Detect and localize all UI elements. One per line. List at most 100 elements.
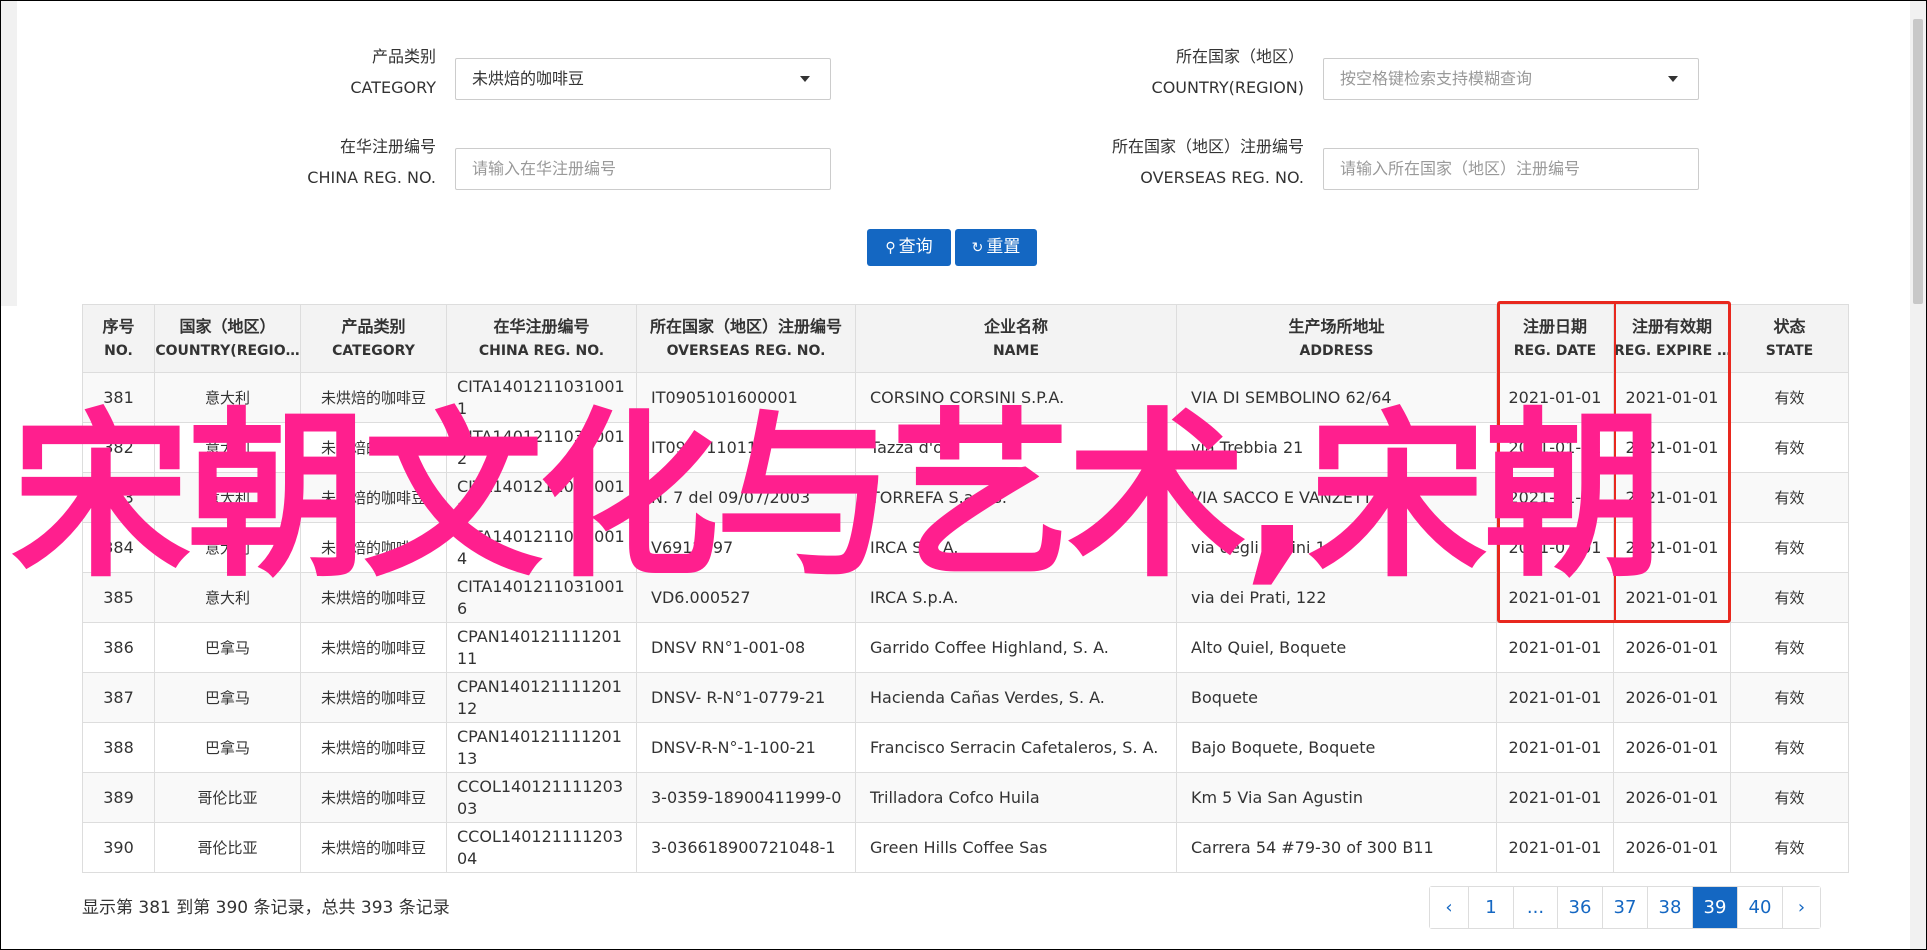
table-row[interactable]: 387 巴拿马 未烘焙的咖啡豆 CPAN14012111120112 DNSV- R-N… — [82, 672, 1849, 723]
col-header-china-reg[interactable]: 在华注册编号 CHINA REG. NO. — [446, 304, 637, 373]
china-reg-label-en: CHINA REG. NO. — [307, 168, 436, 187]
cell-no: 387 — [82, 672, 155, 723]
col-header-reg-date[interactable]: 注册日期 REG. DATE — [1496, 304, 1614, 373]
cell-name: Hacienda Cañas Verdes, S. A. — [855, 672, 1177, 723]
cell-state: 有效 — [1730, 422, 1849, 473]
category-label-en: CATEGORY — [350, 78, 436, 97]
cell-state: 有效 — [1730, 672, 1849, 723]
cell-reg-date: 2021-01-01 — [1496, 722, 1614, 773]
col-header-category[interactable]: 产品类别 CATEGORY — [300, 304, 447, 373]
cell-china-reg: CITA14012110310012 — [446, 422, 637, 473]
cell-address: Bajo Boquete, Boquete — [1176, 722, 1497, 773]
cell-category: 未烘焙的咖啡豆 — [300, 672, 447, 723]
table-row[interactable]: 381 意大利 未烘焙的咖啡豆 CITA14012110310011 IT0905101… — [82, 372, 1849, 423]
page-button-39[interactable]: 39 — [1692, 887, 1737, 928]
refresh-icon: ↻ — [971, 240, 984, 256]
cell-overseas-reg: N. 7 del 09/07/2003 — [636, 472, 856, 523]
china-reg-input[interactable]: 请输入在华注册编号 — [455, 148, 831, 190]
cell-overseas-reg: VD6.000527 — [636, 572, 856, 623]
table-row[interactable]: 390 哥伦比亚 未烘焙的咖啡豆 CCOL14012111120304 3-036618… — [82, 822, 1849, 873]
chevron-down-icon — [1668, 76, 1678, 82]
search-icon: ⚲ — [885, 240, 896, 256]
table-row[interactable]: 384 意大利 未烘焙的咖啡豆 CITA14012110310014 V6912697 I… — [82, 522, 1849, 573]
table-row[interactable]: 388 巴拿马 未烘焙的咖啡豆 CPAN14012111120113 DNSV-R-N°… — [82, 722, 1849, 773]
search-button-label: 查询 — [898, 237, 933, 257]
scrollbar-thumb[interactable] — [1913, 19, 1923, 304]
cell-china-reg: CPAN14012111120111 — [446, 622, 637, 673]
cell-address: VIA SACCO E VANZETTI 11 — [1176, 472, 1497, 523]
cell-country: 意大利 — [154, 422, 301, 473]
cell-reg-date: 2021-01-01 — [1496, 422, 1614, 473]
col-header-no[interactable]: 序号 NO. — [82, 304, 155, 373]
cell-state: 有效 — [1730, 472, 1849, 523]
table-row[interactable]: 386 巴拿马 未烘焙的咖啡豆 CPAN14012111120111 DNSV RN°1… — [82, 622, 1849, 673]
cell-state: 有效 — [1730, 572, 1849, 623]
cell-overseas-reg: DNSV RN°1-001-08 — [636, 622, 856, 673]
table-row[interactable]: 385 意大利 未烘焙的咖啡豆 CITA14012110310016 VD6.00052… — [82, 572, 1849, 623]
cell-country: 巴拿马 — [154, 672, 301, 723]
page-button-38[interactable]: 38 — [1647, 887, 1692, 928]
cell-category: 未烘焙的咖啡豆 — [300, 822, 447, 873]
cell-name: CORSINO CORSINI S.P.A. — [855, 372, 1177, 423]
cell-country: 意大利 — [154, 372, 301, 423]
cell-overseas-reg: DNSV- R-N°1-0779-21 — [636, 672, 856, 723]
cell-no: 389 — [82, 772, 155, 823]
left-scroll-gutter — [1, 1, 17, 306]
cell-category: 未烘焙的咖啡豆 — [300, 772, 447, 823]
overseas-reg-input[interactable]: 请输入所在国家（地区）注册编号 — [1323, 148, 1699, 190]
cell-category: 未烘焙的咖啡豆 — [300, 522, 447, 573]
cell-address: Alto Quiel, Boquete — [1176, 622, 1497, 673]
col-header-overseas-reg[interactable]: 所在国家（地区）注册编号 OVERSEAS REG. NO. — [636, 304, 856, 373]
page-button-40[interactable]: 40 — [1737, 887, 1782, 928]
cell-china-reg: CITA14012110310014 — [446, 522, 637, 573]
page-button-1[interactable]: 1 — [1468, 887, 1513, 928]
col-header-state[interactable]: 状态 STATE — [1730, 304, 1849, 373]
pagination-summary: 显示第 381 到第 390 条记录，总共 393 条记录 — [82, 898, 450, 918]
cell-no: 385 — [82, 572, 155, 623]
cell-expire: 2026-01-01 — [1613, 772, 1731, 823]
app-window: 产品类别 CATEGORY 未烘焙的咖啡豆 所在国家（地区） COUNTRY(R… — [0, 0, 1927, 950]
cell-address: via degli Orsini 1 — [1176, 522, 1497, 573]
cell-category: 未烘焙的咖啡豆 — [300, 622, 447, 673]
cell-address: Boquete — [1176, 672, 1497, 723]
search-button[interactable]: ⚲ 查询 — [867, 229, 951, 266]
cell-state: 有效 — [1730, 822, 1849, 873]
country-label-cn: 所在国家（地区） — [1175, 47, 1304, 66]
cell-expire: 2021-01-01 — [1613, 522, 1731, 573]
table-row[interactable]: 389 哥伦比亚 未烘焙的咖啡豆 CCOL14012111120303 3-0359-1… — [82, 772, 1849, 823]
cell-china-reg: CITA14012110310013 — [446, 472, 637, 523]
cell-reg-date: 2021-01-01 — [1496, 672, 1614, 723]
col-header-address[interactable]: 生产场所地址 ADDRESS — [1176, 304, 1497, 373]
country-select[interactable]: 按空格键检索支持模糊查询 — [1323, 58, 1699, 100]
cell-china-reg: CCOL14012111120303 — [446, 772, 637, 823]
cell-reg-date: 2021-01-01 — [1496, 622, 1614, 673]
page-button-36[interactable]: 36 — [1557, 887, 1602, 928]
col-header-country[interactable]: 国家（地区） COUNTRY(REGIO… — [154, 304, 301, 373]
cell-expire: 2021-01-01 — [1613, 572, 1731, 623]
pagination: ‹ 1... 36 37 38 39 40 › — [1429, 886, 1821, 929]
cell-expire: 2026-01-01 — [1613, 822, 1731, 873]
table-row[interactable]: 382 意大利 未烘焙的咖啡豆 CITA14012110310012 IT0920110… — [82, 422, 1849, 473]
cell-country: 意大利 — [154, 522, 301, 573]
cell-no: 388 — [82, 722, 155, 773]
vertical-scrollbar[interactable] — [1910, 1, 1926, 949]
cell-name: Trilladora Cofco Huila — [855, 772, 1177, 823]
category-select-value: 未烘焙的咖啡豆 — [472, 69, 585, 88]
reset-button[interactable]: ↻ 重置 — [955, 229, 1037, 266]
cell-expire: 2021-01-01 — [1613, 372, 1731, 423]
cell-name: Garrido Coffee Highland, S. A. — [855, 622, 1177, 673]
cell-reg-date: 2021-01-01 — [1496, 472, 1614, 523]
page-next-button[interactable]: › — [1782, 887, 1820, 928]
cell-expire: 2021-01-01 — [1613, 472, 1731, 523]
cell-overseas-reg: DNSV-R-N°-1-100-21 — [636, 722, 856, 773]
page-button-37[interactable]: 37 — [1602, 887, 1647, 928]
col-header-reg-expire[interactable]: 注册有效期 REG. EXPIRE … — [1613, 304, 1731, 373]
table-row[interactable]: 383 意大利 未烘焙的咖啡豆 CITA14012110310013 N. 7 del … — [82, 472, 1849, 523]
category-select[interactable]: 未烘焙的咖啡豆 — [455, 58, 831, 100]
cell-reg-date: 2021-01-01 — [1496, 522, 1614, 573]
cell-state: 有效 — [1730, 722, 1849, 773]
cell-expire: 2026-01-01 — [1613, 722, 1731, 773]
col-header-name[interactable]: 企业名称 NAME — [855, 304, 1177, 373]
cell-reg-date: 2021-01-01 — [1496, 572, 1614, 623]
page-prev-button[interactable]: ‹ — [1430, 887, 1468, 928]
